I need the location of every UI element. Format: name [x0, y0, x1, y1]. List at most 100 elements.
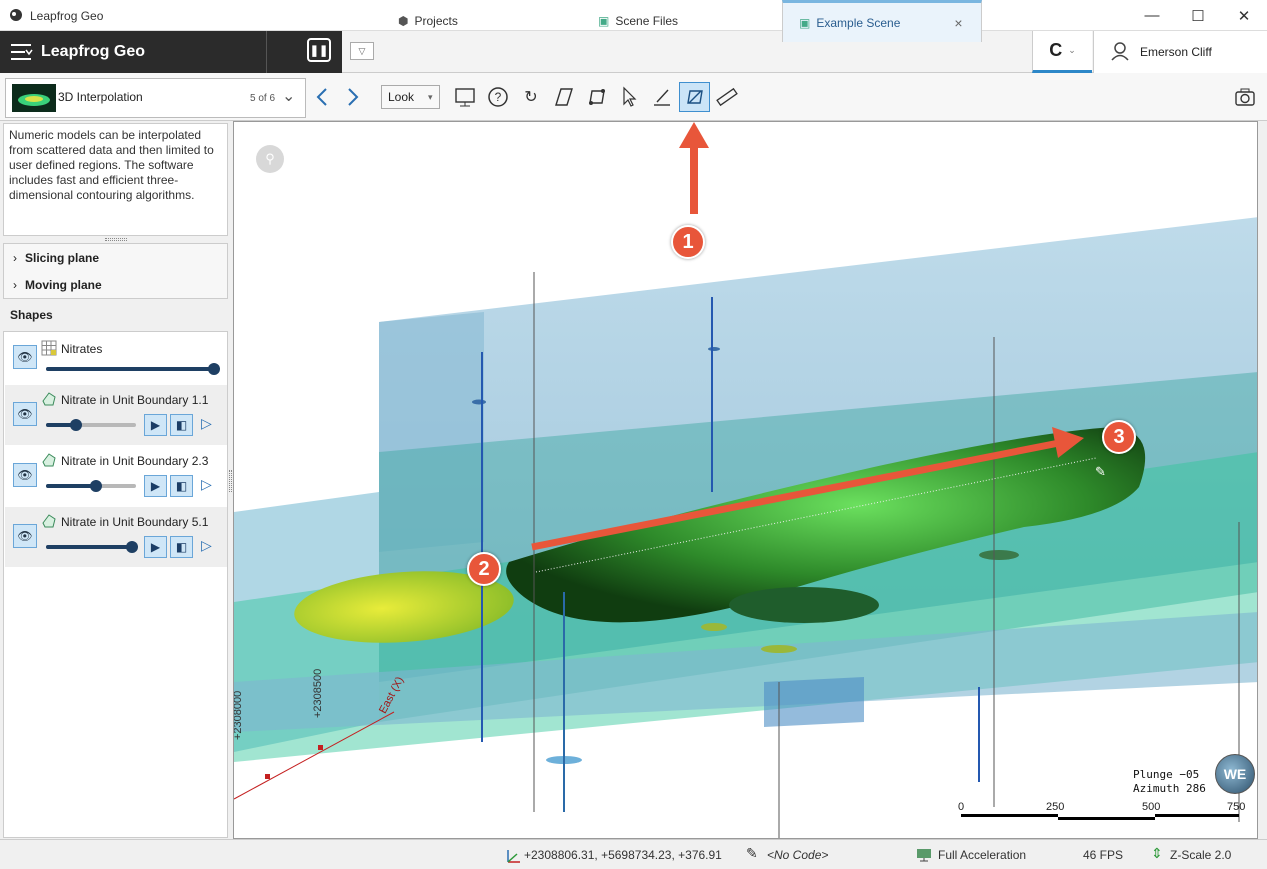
- shape-item-nitrate-5-1: 👁 Nitrate in Unit Boundary 5.1 ▶ ◧ ▷: [5, 507, 227, 567]
- tab-example-scene[interactable]: ▣ Example Scene ×: [782, 0, 982, 42]
- slider-fill: [46, 545, 132, 549]
- draw-line-icon[interactable]: [648, 83, 676, 111]
- splitter-handle[interactable]: [105, 238, 127, 241]
- slider-fill: [46, 367, 214, 371]
- pause-button[interactable]: ❚❚: [307, 38, 331, 62]
- slicing-plane-item[interactable]: › Slicing plane: [13, 251, 99, 265]
- moving-plane-item[interactable]: › Moving plane: [13, 278, 102, 292]
- viewport-margin: [1258, 121, 1267, 839]
- opacity-slider[interactable]: [46, 419, 136, 431]
- previous-scene-button[interactable]: [308, 83, 336, 111]
- opacity-slider[interactable]: [46, 480, 136, 492]
- fps-readout: 46 FPS: [1083, 848, 1124, 862]
- scene-render: [234, 122, 1257, 838]
- minimize-button[interactable]: —: [1129, 0, 1175, 31]
- brand-bar: Leapfrog Geo: [0, 31, 266, 73]
- scale-label-500: 500: [1142, 801, 1161, 813]
- tab-dropdown-button[interactable]: ▽: [350, 42, 374, 60]
- z-scale-readout[interactable]: Z-Scale 2.0: [1170, 848, 1231, 862]
- slicing-plane-label: Slicing plane: [25, 251, 100, 265]
- slice-icon[interactable]: ◧: [170, 475, 193, 497]
- move-plane-icon[interactable]: [583, 83, 611, 111]
- play-button[interactable]: ▶: [144, 536, 167, 558]
- scene-selector[interactable]: 3D Interpolation 5 of 6 ⌄: [5, 78, 306, 118]
- ruler-tool-active-icon[interactable]: [679, 82, 710, 112]
- user-name: Emerson Cliff: [1140, 45, 1212, 59]
- slider-knob[interactable]: [69, 419, 82, 431]
- step-badge-2: 2: [467, 552, 501, 586]
- scale-label-250: 250: [1046, 801, 1065, 813]
- slider-knob[interactable]: [125, 541, 138, 553]
- pencil-icon: ✎: [746, 845, 758, 861]
- image-icon: ▣: [598, 14, 610, 28]
- slider-knob[interactable]: [89, 480, 102, 492]
- panel-splitter-handle[interactable]: [229, 470, 232, 492]
- play-button[interactable]: ▶: [144, 414, 167, 436]
- scale-label-750: 750: [1227, 801, 1246, 813]
- slice-icon[interactable]: ◧: [170, 536, 193, 558]
- axis-label-2308500: +2308500: [312, 668, 324, 718]
- close-window-button[interactable]: ✕: [1221, 0, 1267, 31]
- scene-viewport[interactable]: ⚲ 1 2 3 ✎ +2308000 +2308500 East (X) Plu…: [233, 121, 1258, 839]
- tab-example-scene-label: Example Scene: [816, 15, 901, 30]
- z-scale-icon: ⇕: [1151, 845, 1163, 861]
- brand-name: Leapfrog Geo: [41, 43, 146, 60]
- tab-scene-files-label: Scene Files: [615, 14, 679, 28]
- help-icon[interactable]: ?: [484, 83, 512, 111]
- svg-text:?: ?: [495, 90, 502, 104]
- tab-scene-files[interactable]: ▣ Scene Files: [598, 0, 768, 42]
- eye-icon[interactable]: 👁: [13, 402, 37, 426]
- look-label: Look: [388, 90, 415, 104]
- tab-close-icon[interactable]: ×: [954, 15, 962, 31]
- eye-icon[interactable]: 👁: [13, 345, 37, 369]
- surface-icon: [41, 452, 57, 471]
- rotate-icon[interactable]: ↻: [517, 83, 545, 111]
- user-account[interactable]: Emerson Cliff: [1093, 31, 1267, 73]
- opacity-slider[interactable]: [46, 363, 220, 375]
- slider-knob[interactable]: [208, 363, 220, 375]
- fit-view-icon[interactable]: [451, 83, 479, 111]
- scene-name: 3D Interpolation: [58, 90, 143, 104]
- menu-icon[interactable]: [9, 41, 33, 66]
- look-dropdown[interactable]: Look ▾: [381, 85, 440, 109]
- plunge-readout: Plunge −05: [1133, 768, 1200, 781]
- pause-panel: ❚❚: [266, 31, 342, 73]
- shapes-heading: Shapes: [10, 308, 53, 322]
- tab-projects[interactable]: ⬢ Projects: [398, 0, 578, 42]
- chevron-right-icon: ›: [13, 278, 17, 292]
- shape-name: Nitrates: [61, 342, 103, 356]
- seequent-logo-icon: C: [1049, 40, 1063, 60]
- scene-count: 5 of 6: [250, 93, 276, 104]
- shape-name: Nitrate in Unit Boundary 1.1: [61, 393, 209, 407]
- chevron-right-icon: ›: [13, 251, 17, 265]
- play-outline-icon[interactable]: ▷: [201, 415, 212, 432]
- slice-icon[interactable]: ◧: [170, 414, 193, 436]
- measure-ruler-icon[interactable]: [713, 83, 741, 111]
- draw-plane-icon[interactable]: [550, 83, 578, 111]
- code-status[interactable]: <No Code>: [767, 848, 828, 862]
- planes-panel: › Slicing plane › Moving plane: [3, 243, 228, 299]
- monitor-icon: [916, 848, 932, 865]
- shapes-list: 👁 Nitrates 👁 Nitrate in Unit Boundary 1.…: [3, 331, 228, 838]
- azimuth-readout: Azimuth 286: [1133, 782, 1206, 795]
- play-button[interactable]: ▶: [144, 475, 167, 497]
- cubes-icon: ⬢: [398, 14, 409, 28]
- shape-name: Nitrate in Unit Boundary 2.3: [61, 454, 209, 468]
- surface-icon: [41, 391, 57, 410]
- step-badge-1: 1: [671, 225, 705, 259]
- scale-label-0: 0: [958, 801, 965, 813]
- compass-globe-icon[interactable]: WE: [1215, 754, 1255, 794]
- maximize-button[interactable]: ☐: [1175, 0, 1221, 31]
- eye-icon[interactable]: 👁: [13, 524, 37, 548]
- opacity-slider[interactable]: [46, 541, 138, 553]
- eye-icon[interactable]: 👁: [13, 463, 37, 487]
- play-outline-icon[interactable]: ▷: [201, 476, 212, 493]
- play-outline-icon[interactable]: ▷: [201, 537, 212, 554]
- chevron-down-icon[interactable]: ⌄: [282, 86, 295, 106]
- moving-plane-label: Moving plane: [25, 278, 102, 292]
- connection-button[interactable]: C ⌄: [1032, 31, 1092, 73]
- camera-icon[interactable]: [1231, 83, 1259, 111]
- next-scene-button[interactable]: [339, 83, 367, 111]
- select-cursor-icon[interactable]: [616, 83, 644, 111]
- link-icon[interactable]: ⚲: [256, 145, 284, 173]
